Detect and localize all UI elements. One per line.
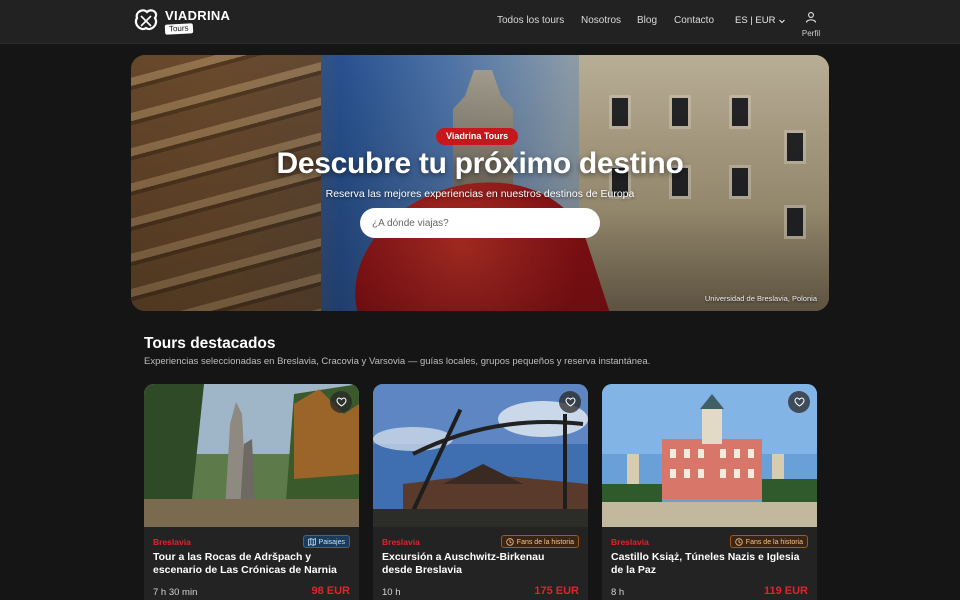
card-city: Breslavia	[611, 537, 649, 547]
tour-card[interactable]: Breslavia Paisajes Tour a las Rocas de A…	[144, 384, 359, 600]
map-icon	[307, 538, 316, 546]
user-icon	[805, 12, 817, 23]
nav-blog[interactable]: Blog	[637, 15, 657, 26]
destination-search-input[interactable]	[360, 208, 600, 238]
brand-name: VIADRINA	[165, 7, 231, 23]
card-duration: 7 h 30 min	[153, 587, 198, 598]
tour-image-ksiaz-castle	[602, 384, 817, 527]
tour-image-auschwitz-gate	[373, 384, 588, 527]
hero-subtitle: Reserva las mejores experiencias en nues…	[325, 188, 635, 200]
brand-sub: Tours	[164, 22, 193, 35]
heart-icon	[794, 397, 804, 407]
tour-image-rocks	[144, 384, 359, 527]
tour-card[interactable]: Breslavia Fans de la historia Castillo K…	[602, 384, 817, 600]
language-currency-selector[interactable]: ES | EUR	[735, 15, 786, 26]
brand-logo[interactable]: VIADRINA Tours	[131, 4, 230, 38]
favorite-button[interactable]	[559, 391, 581, 413]
card-duration: 8 h	[611, 587, 625, 598]
logo-mark-icon	[134, 9, 158, 31]
hero-banner: Viadrina Tours Descubre tu próximo desti…	[131, 55, 829, 311]
card-title[interactable]: Excursión a Auschwitz-Birkenau desde Bre…	[382, 551, 577, 577]
site-header: VIADRINA Tours Todos los tours Nosotros …	[0, 0, 960, 44]
card-tag-label: Fans de la historia	[516, 539, 574, 546]
heart-icon	[336, 397, 346, 407]
hero-photo-caption: Universidad de Breslavia, Polonia	[704, 294, 817, 303]
language-currency-label: ES | EUR	[735, 15, 776, 26]
nav-contacto[interactable]: Contacto	[674, 15, 714, 26]
clock-icon	[506, 538, 514, 546]
chevron-down-icon	[779, 19, 786, 23]
card-tag-label: Fans de la historia	[745, 539, 803, 546]
card-tag: Fans de la historia	[500, 535, 579, 548]
section-subtitle: Experiencias seleccionadas en Breslavia,…	[144, 356, 651, 367]
nav-todos-los-tours[interactable]: Todos los tours	[497, 15, 564, 26]
profile-button[interactable]: Perfil	[798, 10, 824, 38]
card-city: Breslavia	[382, 537, 420, 547]
card-tag: Paisajes	[302, 535, 350, 548]
favorite-button[interactable]	[330, 391, 352, 413]
profile-label: Perfil	[801, 29, 821, 38]
section-title: Tours destacados	[144, 335, 276, 352]
card-tag-label: Paisajes	[318, 539, 345, 546]
card-title[interactable]: Tour a las Rocas de Adršpach y escenario…	[153, 551, 348, 577]
favorite-button[interactable]	[788, 391, 810, 413]
card-duration: 10 h	[382, 587, 401, 598]
card-price: 98 EUR	[311, 585, 350, 597]
heart-icon	[565, 397, 575, 407]
hero-badge: Viadrina Tours	[436, 128, 519, 145]
card-price: 119 EUR	[763, 585, 808, 597]
hero-title: Descubre tu próximo destino	[276, 147, 684, 180]
nav-nosotros[interactable]: Nosotros	[581, 15, 621, 26]
card-tag: Fans de la historia	[729, 535, 808, 548]
card-price: 175 EUR	[534, 585, 579, 597]
card-title[interactable]: Castillo Książ, Túneles Nazis e Iglesia …	[611, 551, 806, 577]
clock-icon	[735, 538, 743, 546]
tour-card[interactable]: Breslavia Fans de la historia Excursión …	[373, 384, 588, 600]
card-city: Breslavia	[153, 537, 191, 547]
